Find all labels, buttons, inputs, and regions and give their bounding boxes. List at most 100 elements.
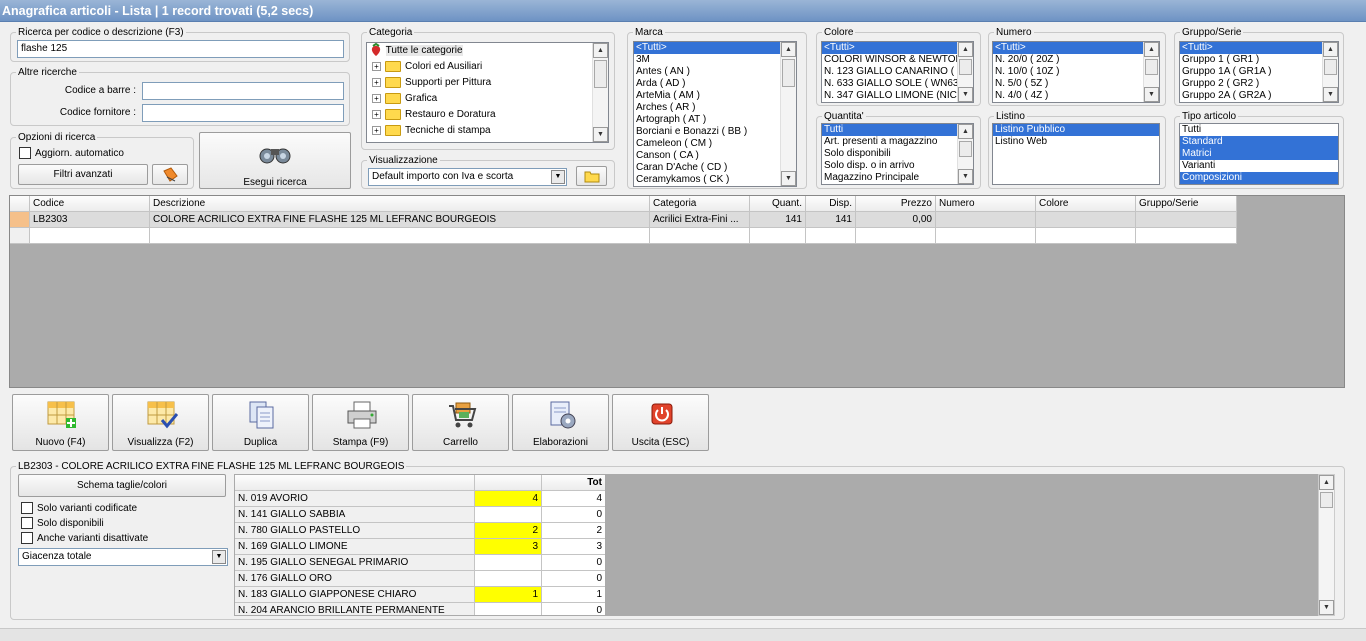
- quantity-item[interactable]: Art. presenti a magazzino: [822, 136, 973, 148]
- quantity-item[interactable]: Solo disp. o in arrivo: [822, 160, 973, 172]
- quantity-item[interactable]: Solo disponibili: [822, 148, 973, 160]
- table-cell[interactable]: [936, 212, 1036, 228]
- column-header[interactable]: Colore: [1036, 196, 1136, 212]
- number-item[interactable]: N. 20/0 ( 20Z ): [993, 54, 1159, 66]
- scroll-thumb[interactable]: [1145, 59, 1158, 75]
- scroll-thumb[interactable]: [782, 59, 795, 87]
- table-cell[interactable]: 141: [806, 212, 856, 228]
- item-type-item[interactable]: Standard: [1180, 136, 1338, 148]
- quantity-list[interactable]: Tutti Art. presenti a magazzino Solo dispo…: [821, 123, 974, 185]
- scroll-thumb[interactable]: [594, 60, 607, 88]
- brand-item[interactable]: Canson ( CA ): [634, 150, 796, 162]
- scroll-up-icon[interactable]: ▲: [781, 42, 796, 57]
- row-selector-header[interactable]: [10, 196, 30, 212]
- variant-qty[interactable]: 1: [475, 587, 542, 603]
- size-color-schema-button[interactable]: Schema taglie/colori: [18, 474, 226, 497]
- variant-qty[interactable]: [475, 571, 542, 587]
- column-header[interactable]: Descrizione: [150, 196, 650, 212]
- quantity-scrollbar[interactable]: ▲ ▼: [957, 124, 973, 184]
- scroll-down-icon[interactable]: ▼: [593, 127, 608, 142]
- category-root[interactable]: Tutte le categorie: [367, 43, 608, 59]
- table-cell[interactable]: [1136, 212, 1237, 228]
- duplicate-button[interactable]: Duplica: [212, 394, 309, 451]
- variant-row[interactable]: N. 169 GIALLO LIMONE 3 3: [235, 539, 605, 555]
- advanced-filters-button[interactable]: Filtri avanzati: [18, 164, 148, 185]
- color-item[interactable]: N. 633 GIALLO SOLE ( WN63: [822, 78, 973, 90]
- expand-icon[interactable]: +: [372, 125, 381, 135]
- cart-button[interactable]: Carrello: [412, 394, 509, 451]
- exit-button[interactable]: Uscita (ESC): [612, 394, 709, 451]
- expand-icon[interactable]: +: [372, 109, 381, 119]
- brand-item[interactable]: Arda ( AD ): [634, 78, 796, 90]
- variant-row[interactable]: N. 176 GIALLO ORO 0: [235, 571, 605, 587]
- item-type-item[interactable]: Tutti: [1180, 124, 1338, 136]
- brand-item[interactable]: Artograph ( AT ): [634, 114, 796, 126]
- brand-item[interactable]: Borciani e Bonazzi ( BB ): [634, 126, 796, 138]
- coded-variants-checkbox[interactable]: [21, 502, 33, 514]
- table-cell[interactable]: [856, 228, 936, 244]
- disabled-variants-checkbox[interactable]: [21, 532, 33, 544]
- table-cell[interactable]: [1036, 212, 1136, 228]
- category-scrollbar[interactable]: ▲ ▼: [592, 43, 608, 142]
- scroll-thumb[interactable]: [959, 59, 972, 75]
- scroll-thumb[interactable]: [1324, 59, 1337, 75]
- scroll-up-icon[interactable]: ▲: [1323, 42, 1338, 57]
- number-list[interactable]: <Tutti> N. 20/0 ( 20Z ) N. 10/0 ( 10Z ) N. …: [992, 41, 1160, 103]
- item-type-item[interactable]: Composizioni: [1180, 172, 1338, 184]
- variant-row[interactable]: N. 183 GIALLO GIAPPONESE CHIARO 1 1: [235, 587, 605, 603]
- pricelist-item[interactable]: Listino Pubblico: [993, 124, 1159, 136]
- color-item[interactable]: <Tutti>: [822, 42, 973, 54]
- scroll-down-icon[interactable]: ▼: [1323, 87, 1338, 102]
- column-header[interactable]: Quant.: [750, 196, 806, 212]
- scroll-down-icon[interactable]: ▼: [781, 171, 796, 186]
- pricelist-list[interactable]: Listino Pubblico Listino Web: [992, 123, 1160, 185]
- brand-item[interactable]: Cameleon ( CM ): [634, 138, 796, 150]
- table-row[interactable]: LB2303 COLORE ACRILICO EXTRA FINE FLASHE …: [10, 212, 1237, 228]
- new-button[interactable]: Nuovo (F4): [12, 394, 109, 451]
- expand-icon[interactable]: +: [372, 93, 381, 103]
- item-type-item[interactable]: Varianti: [1180, 160, 1338, 172]
- scroll-down-icon[interactable]: ▼: [1319, 600, 1334, 615]
- supplier-code-input[interactable]: [142, 104, 344, 122]
- item-type-list[interactable]: Tutti Standard Matrici Varianti Composizioni: [1179, 123, 1339, 185]
- category-tree-item[interactable]: + Tecniche di stampa: [367, 123, 608, 139]
- brand-item[interactable]: ArteMia ( AM ): [634, 90, 796, 102]
- scroll-thumb[interactable]: [959, 141, 972, 157]
- group-series-item[interactable]: Gruppo 1 ( GR1 ): [1180, 54, 1338, 66]
- table-cell[interactable]: [30, 228, 150, 244]
- number-item[interactable]: N. 10/0 ( 10Z ): [993, 66, 1159, 78]
- category-tree-item[interactable]: + Colori ed Ausiliari: [367, 59, 608, 75]
- brand-list[interactable]: <Tutti> 3M Antes ( AN ) Arda ( AD ) ArteMia …: [633, 41, 797, 187]
- category-tree-item[interactable]: + Grafica: [367, 91, 608, 107]
- variant-row[interactable]: N. 195 GIALLO SENEGAL PRIMARIO 0: [235, 555, 605, 571]
- table-cell[interactable]: [806, 228, 856, 244]
- expand-icon[interactable]: +: [372, 61, 381, 71]
- quantity-item[interactable]: Magazzino Principale: [822, 172, 973, 184]
- view-button[interactable]: Visualizza (F2): [112, 394, 209, 451]
- scroll-thumb[interactable]: [1320, 492, 1333, 508]
- chevron-down-icon[interactable]: ▼: [551, 170, 565, 184]
- column-header[interactable]: Codice: [30, 196, 150, 212]
- brand-item[interactable]: Ceramykamos ( CK ): [634, 174, 796, 186]
- color-list[interactable]: <Tutti> COLORI WINSOR & NEWTON N. 123 GIAL…: [821, 41, 974, 103]
- item-type-item[interactable]: Matrici: [1180, 148, 1338, 160]
- table-cell[interactable]: 0,00: [856, 212, 936, 228]
- group-series-list[interactable]: <Tutti> Gruppo 1 ( GR1 ) Gruppo 1A ( GR1A …: [1179, 41, 1339, 103]
- color-scrollbar[interactable]: ▲ ▼: [957, 42, 973, 102]
- variant-scrollbar[interactable]: ▲ ▼: [1318, 474, 1335, 616]
- column-header[interactable]: Prezzo: [856, 196, 936, 212]
- view-select[interactable]: Default importo con Iva e scorta ▼: [368, 168, 567, 186]
- scroll-up-icon[interactable]: ▲: [958, 124, 973, 139]
- open-folder-button[interactable]: [576, 166, 607, 186]
- group-series-item[interactable]: <Tutti>: [1180, 42, 1338, 54]
- number-scrollbar[interactable]: ▲ ▼: [1143, 42, 1159, 102]
- scroll-up-icon[interactable]: ▲: [1144, 42, 1159, 57]
- number-item[interactable]: <Tutti>: [993, 42, 1159, 54]
- variant-qty[interactable]: [475, 603, 542, 615]
- auto-update-checkbox[interactable]: [19, 147, 31, 159]
- table-cell[interactable]: [650, 228, 750, 244]
- color-item[interactable]: COLORI WINSOR & NEWTON: [822, 54, 973, 66]
- pricelist-item[interactable]: Listino Web: [993, 136, 1159, 148]
- variant-qty[interactable]: 2: [475, 523, 542, 539]
- variant-qty[interactable]: [475, 555, 542, 571]
